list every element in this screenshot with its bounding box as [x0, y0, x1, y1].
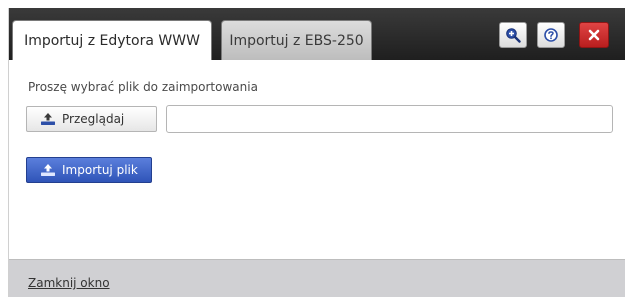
- dialog-content: Proszę wybrać plik do zaimportowania Prz…: [9, 60, 625, 259]
- upload-icon: [41, 113, 55, 125]
- import-dialog: Importuj z Edytora WWW Importuj z EBS-25…: [8, 8, 625, 297]
- close-icon: [588, 29, 600, 41]
- file-path-input[interactable]: [166, 105, 613, 133]
- tab-import-from-ebs-250[interactable]: Importuj z EBS-250: [221, 20, 372, 60]
- close-button[interactable]: [579, 22, 609, 48]
- tab-import-from-www-editor[interactable]: Importuj z Edytora WWW: [12, 20, 212, 60]
- dialog-footer: Zamknij okno: [9, 259, 625, 297]
- help-icon: [544, 28, 558, 42]
- close-window-link[interactable]: Zamknij okno: [28, 276, 110, 290]
- zoom-button[interactable]: [499, 22, 527, 48]
- file-prompt-label: Proszę wybrać plik do zaimportowania: [28, 80, 258, 94]
- import-file-button[interactable]: Importuj plik: [26, 157, 152, 183]
- upload-icon: [41, 164, 55, 176]
- browse-button[interactable]: Przeglądaj: [26, 106, 157, 132]
- browse-button-label: Przeglądaj: [62, 112, 125, 126]
- dialog-header: Importuj z Edytora WWW Importuj z EBS-25…: [9, 8, 625, 60]
- help-button[interactable]: [537, 22, 565, 48]
- zoom-in-icon: [506, 28, 521, 43]
- import-file-button-label: Importuj plik: [62, 163, 138, 177]
